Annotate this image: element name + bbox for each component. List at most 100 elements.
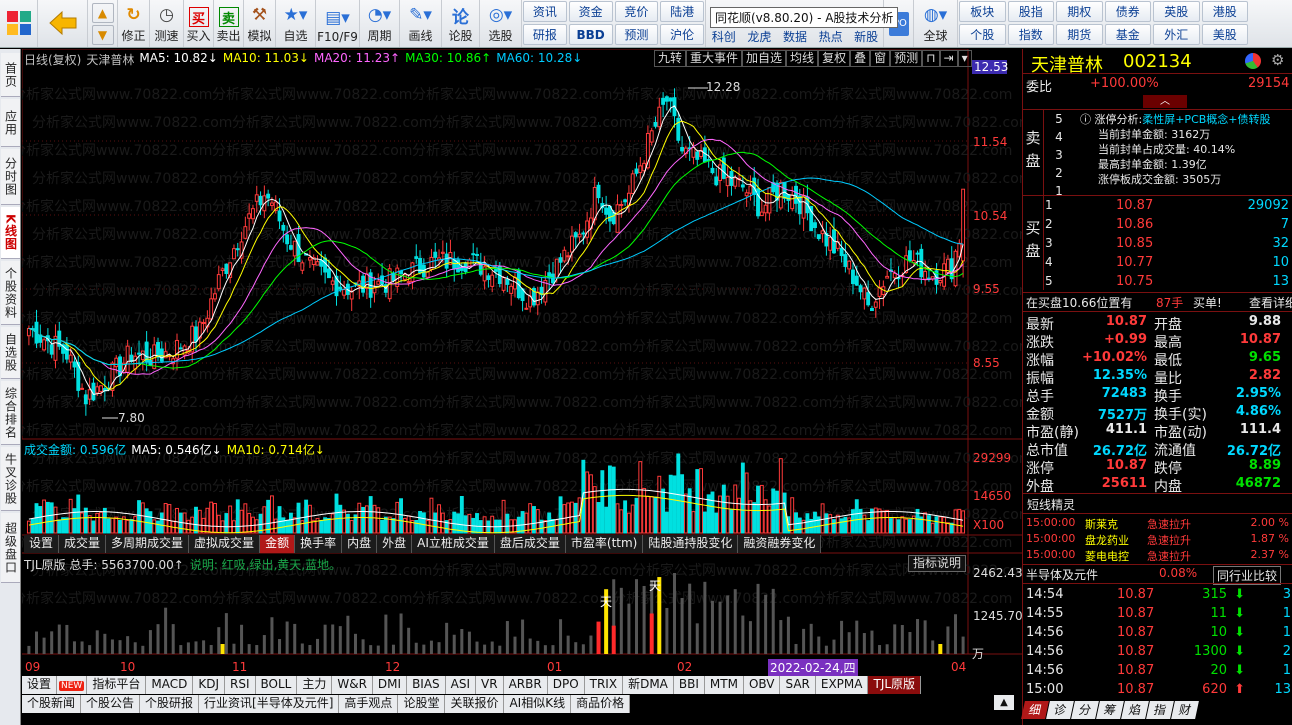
sell-button[interactable]: 卖卖出	[214, 0, 244, 47]
f10-button[interactable]: ▤▾ F10/F9	[316, 0, 360, 47]
watchlist-button[interactable]: ★▾ 自选	[276, 0, 316, 47]
shanghai-london-button[interactable]: 沪伦	[660, 24, 704, 45]
indicator-tab-expma[interactable]: EXPMA	[815, 676, 869, 694]
indicator-tab-new-dma[interactable]: 新DMA	[623, 676, 674, 694]
add-watchlist-button[interactable]: 加自选	[742, 50, 787, 67]
major-events-button[interactable]: 重大事件	[686, 50, 743, 67]
overlay-button[interactable]: 叠	[850, 50, 871, 67]
pie-chart-icon[interactable]	[1245, 53, 1261, 69]
indicator-tab-mtm[interactable]: MTM	[704, 676, 744, 694]
indicator-tab-bias[interactable]: BIAS	[407, 676, 446, 694]
menu-dropdown-icon[interactable]: ▾	[957, 50, 972, 67]
volume-tab-inner[interactable]: 内盘	[342, 535, 378, 553]
panel-tab[interactable]: 筹	[1096, 701, 1124, 719]
speed-test-button[interactable]: ◷ 测速	[150, 0, 184, 47]
sector-button[interactable]: 板块	[959, 1, 1006, 22]
discuss-button[interactable]: 论论股	[442, 0, 480, 47]
volume-tab-turnover[interactable]: 换手率	[295, 535, 343, 553]
sidebar-tab-apps[interactable]: 应用	[1, 99, 20, 147]
volume-tab-margin[interactable]: 融资融券变化	[738, 535, 822, 553]
info-tab-forum[interactable]: 论股堂	[398, 695, 446, 713]
global-button[interactable]: ◍▾ 全球	[914, 0, 958, 47]
bbd-button[interactable]: BBD	[568, 24, 613, 45]
indicator-tab-kdj[interactable]: KDJ	[193, 676, 225, 694]
indicator-tab-bbi[interactable]: BBI	[673, 676, 705, 694]
hk-connect-button[interactable]: 陆港	[660, 1, 704, 22]
sidebar-tab-ranking[interactable]: 综合排名	[1, 381, 20, 445]
info-tab-ai-similar[interactable]: AI相似K线	[504, 695, 572, 713]
panel-tab[interactable]: 分	[1071, 701, 1099, 719]
collapse-arrow-icon[interactable]: ︿	[1143, 95, 1187, 108]
indicator-tab-main-force[interactable]: 主力	[297, 676, 333, 694]
back-button[interactable]	[38, 0, 88, 47]
indicator-tab-sar[interactable]: SAR	[780, 676, 816, 694]
indicator-tab-trix[interactable]: TRIX	[584, 676, 624, 694]
sidebar-tab-diagnosis[interactable]: 牛叉诊股	[1, 447, 20, 511]
indicator-tab-rsi[interactable]: RSI	[225, 676, 256, 694]
info-tab-commodity[interactable]: 商品价格	[571, 695, 631, 713]
simulate-button[interactable]: ⚒ 模拟	[244, 0, 276, 47]
sidebar-tab-profile[interactable]: 个股资料	[1, 261, 20, 325]
futures-button[interactable]: 期货	[1056, 24, 1103, 45]
info-tab-announcement[interactable]: 个股公告	[81, 695, 141, 713]
volume-tab-outer[interactable]: 外盘	[377, 535, 413, 553]
draw-line-button[interactable]: ✎▾ 画线	[400, 0, 442, 47]
buy-button[interactable]: 买买入	[184, 0, 214, 47]
us-stocks-button[interactable]: 美股	[1201, 24, 1248, 45]
info-tab-industry-news[interactable]: 行业资讯[半导体及元件]	[199, 695, 340, 713]
star-market-button[interactable]: 科创	[706, 25, 742, 47]
indicator-tab-tjl[interactable]: TJL原版	[868, 676, 922, 694]
forex-button[interactable]: 外汇	[1153, 24, 1200, 45]
select-stock-button[interactable]: ◎▾ 选股	[480, 0, 522, 47]
view-detail-link[interactable]: 查看详细	[1249, 294, 1292, 311]
hk-stocks-button[interactable]: 港股	[1201, 1, 1248, 22]
indicator-tab-dpo[interactable]: DPO	[547, 676, 585, 694]
indicator-tab-arbr[interactable]: ARBR	[503, 676, 548, 694]
stock-index-button[interactable]: 股指	[1007, 1, 1054, 22]
tjl-explain-button[interactable]: 指标说明	[908, 555, 967, 572]
index-button[interactable]: 指数	[1007, 24, 1054, 45]
indicator-tab-asi[interactable]: ASI	[445, 676, 477, 694]
research-button[interactable]: 研报	[523, 24, 567, 45]
exit-icon[interactable]: ⇥	[939, 50, 958, 67]
info-tab-related-quote[interactable]: 关联报价	[445, 695, 505, 713]
cycle-button[interactable]: ◔▾ 周期	[360, 0, 400, 47]
options-button[interactable]: 期权	[1056, 1, 1103, 22]
volume-tab-settings[interactable]: 设置	[24, 535, 60, 553]
panel-tab[interactable]: 诊	[1046, 701, 1074, 719]
panel-tab[interactable]: 指	[1146, 701, 1174, 719]
fix-button[interactable]: ↻ 修正	[118, 0, 150, 47]
sidebar-tab-super-book[interactable]: 超级盘口	[1, 513, 20, 583]
individual-stock-button[interactable]: 个股	[959, 24, 1006, 45]
bonds-button[interactable]: 债券	[1104, 1, 1151, 22]
kline-chart-svg[interactable]: 分析家公式网www.70822.com 分析家公式网www.70822.com 分析…	[22, 49, 1022, 725]
uk-stocks-button[interactable]: 英股	[1153, 1, 1200, 22]
hotspot-button[interactable]: 热点	[813, 25, 849, 47]
funds-button[interactable]: 资金	[568, 1, 613, 22]
collapse-up-icon[interactable]: ▲	[994, 695, 1014, 710]
info-tab-news[interactable]: 个股新闻	[22, 695, 82, 713]
indicator-tab-settings[interactable]: 设置	[22, 676, 58, 694]
volume-tab-ai-pile[interactable]: AI立桩成交量	[412, 535, 495, 553]
panel-tab[interactable]: 细	[1021, 701, 1049, 719]
adjust-button[interactable]: 复权	[818, 50, 851, 67]
ipo-button[interactable]: 新股	[848, 25, 884, 47]
window-button[interactable]: 窗	[870, 50, 891, 67]
volume-tab-multi-period[interactable]: 多周期成交量	[106, 535, 190, 553]
volume-tab-virtual[interactable]: 虚拟成交量	[189, 535, 261, 553]
news-button[interactable]: 资讯	[523, 1, 567, 22]
nine-turn-button[interactable]: 九转	[654, 50, 687, 67]
auction-button[interactable]: 竞价	[614, 1, 659, 22]
page-down-icon[interactable]: ▼	[91, 24, 114, 45]
sidebar-tab-watchlist[interactable]: 自选股	[1, 327, 20, 379]
panel-tab[interactable]: 焰	[1121, 701, 1149, 719]
indicator-tab-vr[interactable]: VR	[476, 676, 504, 694]
panel-tab[interactable]: 财	[1171, 701, 1199, 719]
indicator-tab-boll[interactable]: BOLL	[255, 676, 298, 694]
indicator-tab-macd[interactable]: MACD	[146, 676, 194, 694]
sidebar-tab-kline[interactable]: K线图	[1, 207, 20, 259]
forecast-button[interactable]: 预测	[614, 24, 659, 45]
app-logo-icon[interactable]	[0, 0, 38, 47]
settings-gear-icon[interactable]: ⚙	[1271, 51, 1284, 69]
volume-tab-volume[interactable]: 成交量	[59, 535, 107, 553]
